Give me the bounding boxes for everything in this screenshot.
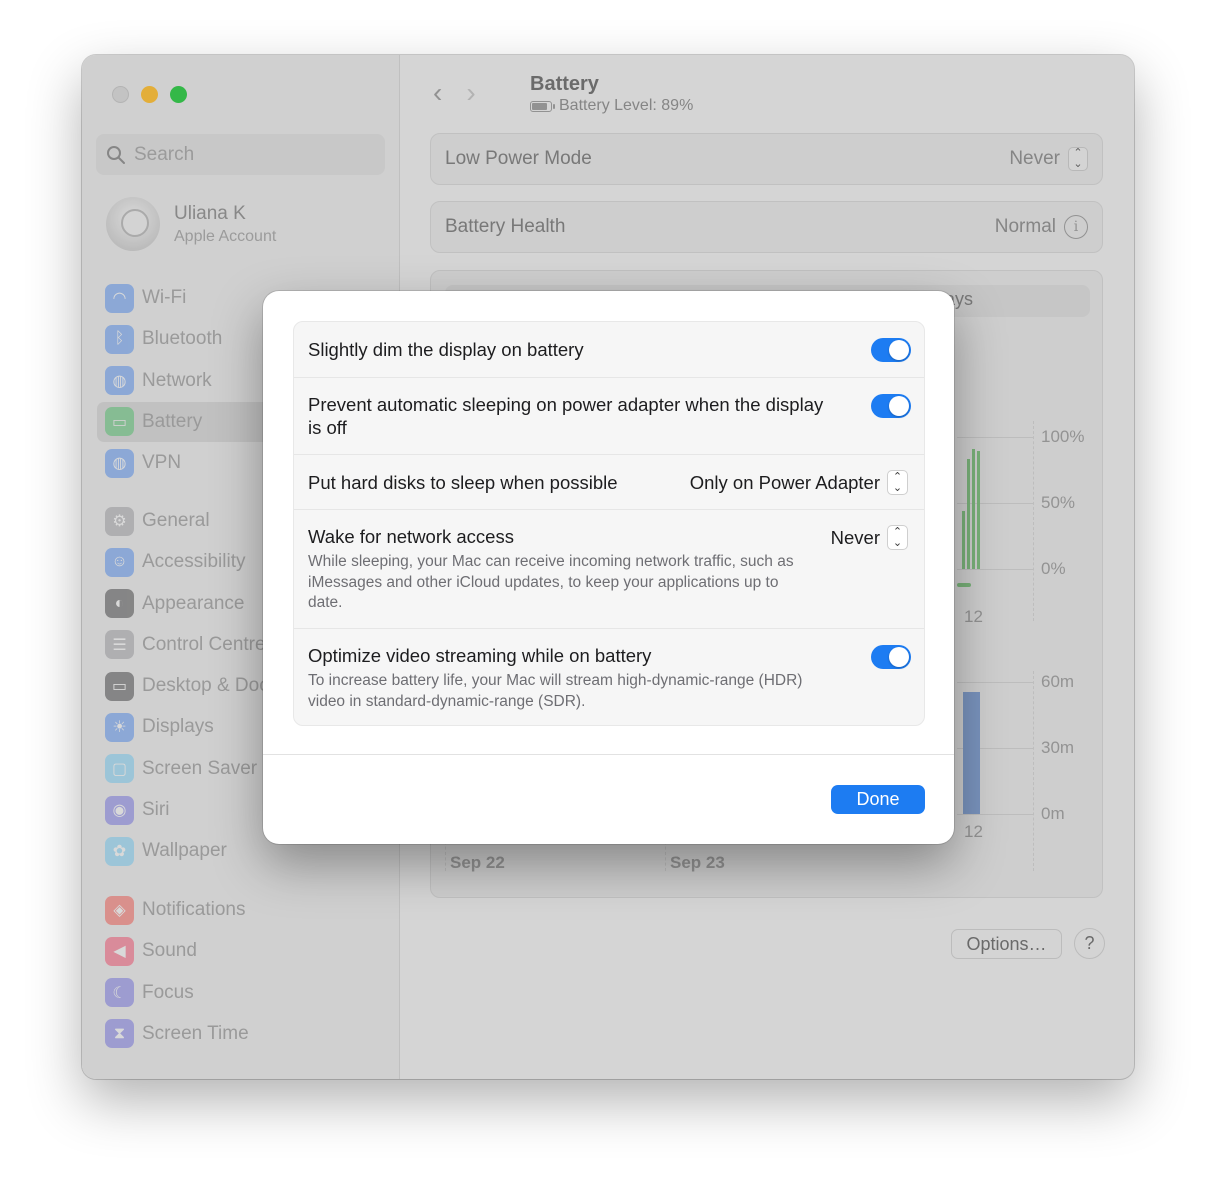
options-group: Slightly dim the display on battery Prev…	[293, 321, 925, 726]
hard-disks-select[interactable]: Only on Power Adapter ⌃ ⌄	[690, 470, 908, 495]
prevent-sleep-toggle[interactable]	[871, 394, 911, 418]
prevent-sleep-row: Prevent automatic sleeping on power adap…	[294, 378, 924, 455]
wake-network-description: While sleeping, your Mac can receive inc…	[308, 553, 794, 611]
battery-options-dialog: Slightly dim the display on battery Prev…	[263, 291, 954, 844]
wake-network-label: Wake for network access	[308, 526, 514, 547]
video-streaming-description: To increase battery life, your Mac will …	[308, 672, 803, 710]
wake-network-select[interactable]: Never ⌃ ⌄	[831, 525, 908, 550]
wake-network-value: Never	[830, 526, 880, 548]
footer-divider	[263, 754, 954, 755]
stepper-icon: ⌃ ⌄	[887, 525, 908, 550]
video-streaming-label: Optimize video streaming while on batter…	[308, 645, 652, 666]
video-streaming-toggle[interactable]	[871, 645, 911, 669]
hard-disks-value: Only on Power Adapter	[689, 471, 880, 493]
prevent-sleep-label: Prevent automatic sleeping on power adap…	[308, 394, 824, 438]
video-streaming-row: Optimize video streaming while on batter…	[294, 629, 924, 725]
dim-display-toggle[interactable]	[871, 338, 911, 362]
wake-network-row: Wake for network access While sleeping, …	[294, 510, 924, 629]
stepper-icon: ⌃ ⌄	[887, 470, 908, 495]
dim-display-row: Slightly dim the display on battery	[294, 322, 924, 378]
hard-disks-row: Put hard disks to sleep when possible On…	[294, 455, 924, 510]
done-button[interactable]: Done	[831, 785, 925, 814]
dim-display-label: Slightly dim the display on battery	[308, 339, 584, 360]
